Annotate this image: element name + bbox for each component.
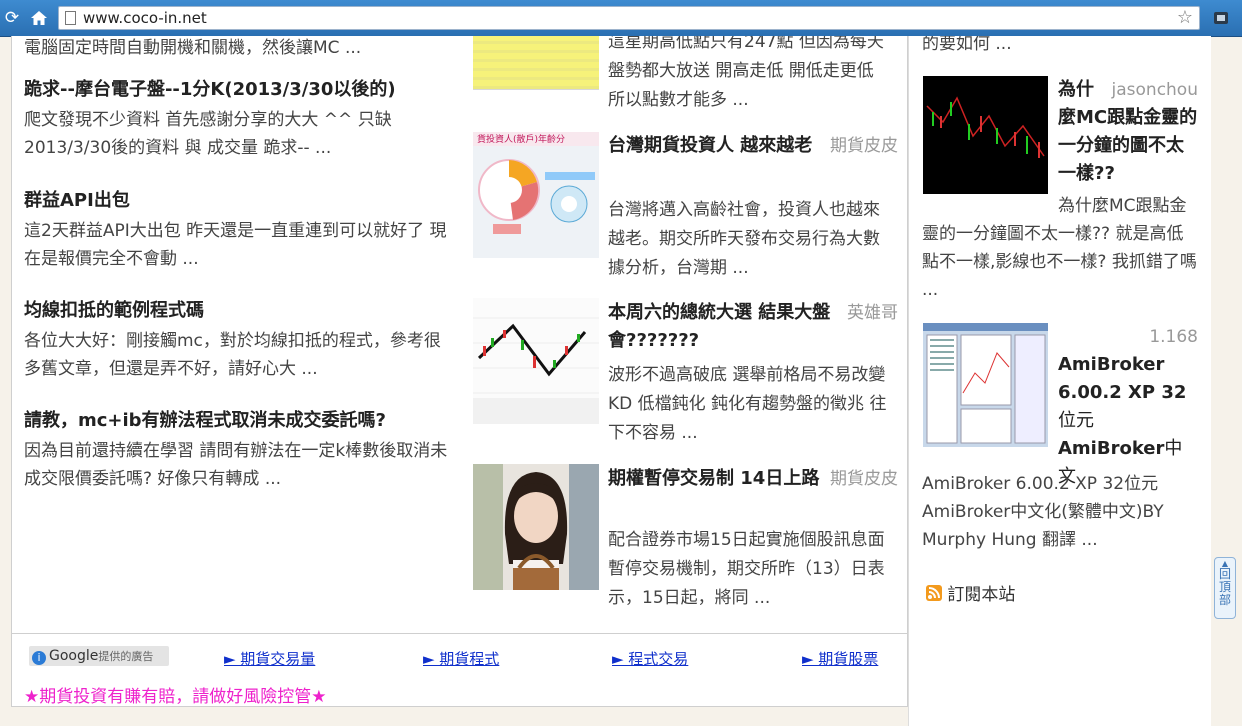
risk-warning: ★期貨投資有賺有賠，請做好風險控管★ <box>24 687 327 707</box>
list-item: 請教，mc+ib有辦法程式取消未成交委託嗎? 因為目前還持續在學習 請問有辦法在… <box>24 407 454 493</box>
browser-toolbar: ⟳ www.coco-in.net ☆ <box>0 0 1242 37</box>
post-excerpt: 爬文發現不少資料 首先感謝分享的大大 ^^ 只缺2013/3/30後的資料 與 … <box>24 110 392 158</box>
post-title-row: 英雄哥 本周六的總統大選 結果大盤會??????? <box>608 299 898 355</box>
post-excerpt: 配合證券市場15日起實施個股訊息面暫停交易機制，期交所昨（13）日表示，15日起… <box>608 530 885 608</box>
post-excerpt: 因為目前還持續在學習 請問有辦法在一定k棒數後取消未成交限價委託嗎? 好像只有轉… <box>24 441 448 489</box>
list-item: 跪求--摩台電子盤--1分K(2013/3/30以後的) 爬文發現不少資料 首先… <box>24 76 454 162</box>
post-title[interactable]: 期權暫停交易制 14日上路 <box>608 468 819 489</box>
post-author[interactable]: 期貨皮皮 <box>830 465 898 493</box>
svg-text:貨投資人(散戶)年齡分: 貨投資人(散戶)年齡分 <box>477 133 565 145</box>
post-author[interactable]: 期貨皮皮 <box>830 132 898 160</box>
list-item: 均線扣抵的範例程式碼 各位大大好：剛接觸mc，對於均線扣抵的程式，參考很多舊文章… <box>24 297 454 383</box>
post-title[interactable]: 跪求--摩台電子盤--1分K(2013/3/30以後的) <box>24 76 454 104</box>
post-title[interactable]: 台灣期貨投資人 越來越老 <box>608 135 812 156</box>
ad-link[interactable]: ► 期貨股票 <box>802 648 878 669</box>
post-excerpt: 波形不過高破底 選舉前格局不易改變 KD 低檔鈍化 鈍化有趨勢盤的徵兆 往下不容… <box>608 365 887 443</box>
post-excerpt: 為什麼MC跟點金靈的一分鐘圖不太一樣?? 就是高低點不一樣,影線也不一樣? 我抓… <box>922 196 1197 300</box>
post-title-row: 期貨皮皮 台灣期貨投資人 越來越老 <box>608 132 898 160</box>
post-title[interactable]: 請教，mc+ib有辦法程式取消未成交委託嗎? <box>24 407 454 435</box>
post-title[interactable]: 群益API出包 <box>24 187 454 215</box>
info-icon: i <box>32 651 46 665</box>
url-text[interactable]: www.coco-in.net <box>83 9 207 27</box>
ad-link[interactable]: ► 期貨交易量 <box>224 648 315 669</box>
page-content: 電腦固定時間自動開機和關機，然後讓MC ... 跪求--摩台電子盤--1分K(2… <box>0 36 1242 726</box>
sidebar-post-title: 1.168 AmiBroker 6.00.2 XP 32 位元 AmiBroke… <box>1058 323 1198 491</box>
clipped-right-excerpt: 的要如何 ... <box>922 36 1012 54</box>
clipped-mid-excerpt: 這星期高低點只有247點 但因為每天盤勢都大放送 開高走低 開低走更低 所以點數… <box>608 36 884 110</box>
post-title[interactable]: 均線扣抵的範例程式碼 <box>24 297 454 325</box>
post-thumbnail[interactable] <box>923 323 1048 447</box>
post-author[interactable]: 1.168 <box>1058 323 1198 351</box>
post-thumbnail[interactable] <box>473 36 599 90</box>
post-thumbnail[interactable]: 貨投資人(散戶)年齡分 <box>473 132 599 258</box>
google-ads-badge[interactable]: i Google提供的廣告 <box>29 646 169 666</box>
post-excerpt: AmiBroker 6.00.2 XP 32位元AmiBroker中文化(繁體中… <box>922 474 1164 550</box>
bookmark-star-icon[interactable]: ☆ <box>1177 7 1193 28</box>
post-excerpt: 各位大大好：剛接觸mc，對於均線扣抵的程式，參考很多舊文章，但還是弄不好，請好心… <box>24 331 441 379</box>
extension-icon[interactable] <box>1212 9 1230 27</box>
post-thumbnail[interactable] <box>473 464 599 590</box>
address-bar[interactable]: www.coco-in.net ☆ <box>58 6 1200 30</box>
page-icon <box>65 11 76 25</box>
rss-subscribe-link[interactable]: 訂閱本站 <box>926 580 1015 605</box>
back-to-top-button[interactable]: ▲ 回頂部 <box>1214 557 1236 619</box>
list-item: 群益API出包 這2天群益API大出包 昨天還是一直重連到可以就好了 現在是報價… <box>24 187 454 273</box>
post-title[interactable]: 本周六的總統大選 結果大盤會??????? <box>608 302 830 351</box>
back-to-top-label: 回頂部 <box>1219 567 1232 607</box>
post-excerpt: 台灣將邁入高齡社會，投資人也越來越老。期交所昨天發布交易行為大數據分析，台灣期 … <box>608 200 880 278</box>
post-thumbnail[interactable] <box>473 298 599 424</box>
reload-icon[interactable]: ⟳ <box>1 7 23 29</box>
post-author[interactable]: 英雄哥 <box>847 299 898 327</box>
sidebar-post-title: jasonchou 為什麼MC跟點金靈的一分鐘的圖不太一樣?? <box>1058 76 1198 188</box>
post-excerpt: 這2天群益API大出包 昨天還是一直重連到可以就好了 現在是報價完全不會動 ..… <box>24 221 447 269</box>
home-icon[interactable] <box>28 7 50 29</box>
post-thumbnail[interactable] <box>923 76 1048 194</box>
post-title-row: 期貨皮皮 期權暫停交易制 14日上路 <box>608 465 898 493</box>
rss-icon <box>926 585 942 601</box>
clipped-left-excerpt: 電腦固定時間自動開機和關機，然後讓MC ... <box>24 38 362 58</box>
ad-link[interactable]: ► 期貨程式 <box>423 648 499 669</box>
ad-link[interactable]: ► 程式交易 <box>612 648 688 669</box>
post-author[interactable]: jasonchou <box>1112 76 1198 104</box>
